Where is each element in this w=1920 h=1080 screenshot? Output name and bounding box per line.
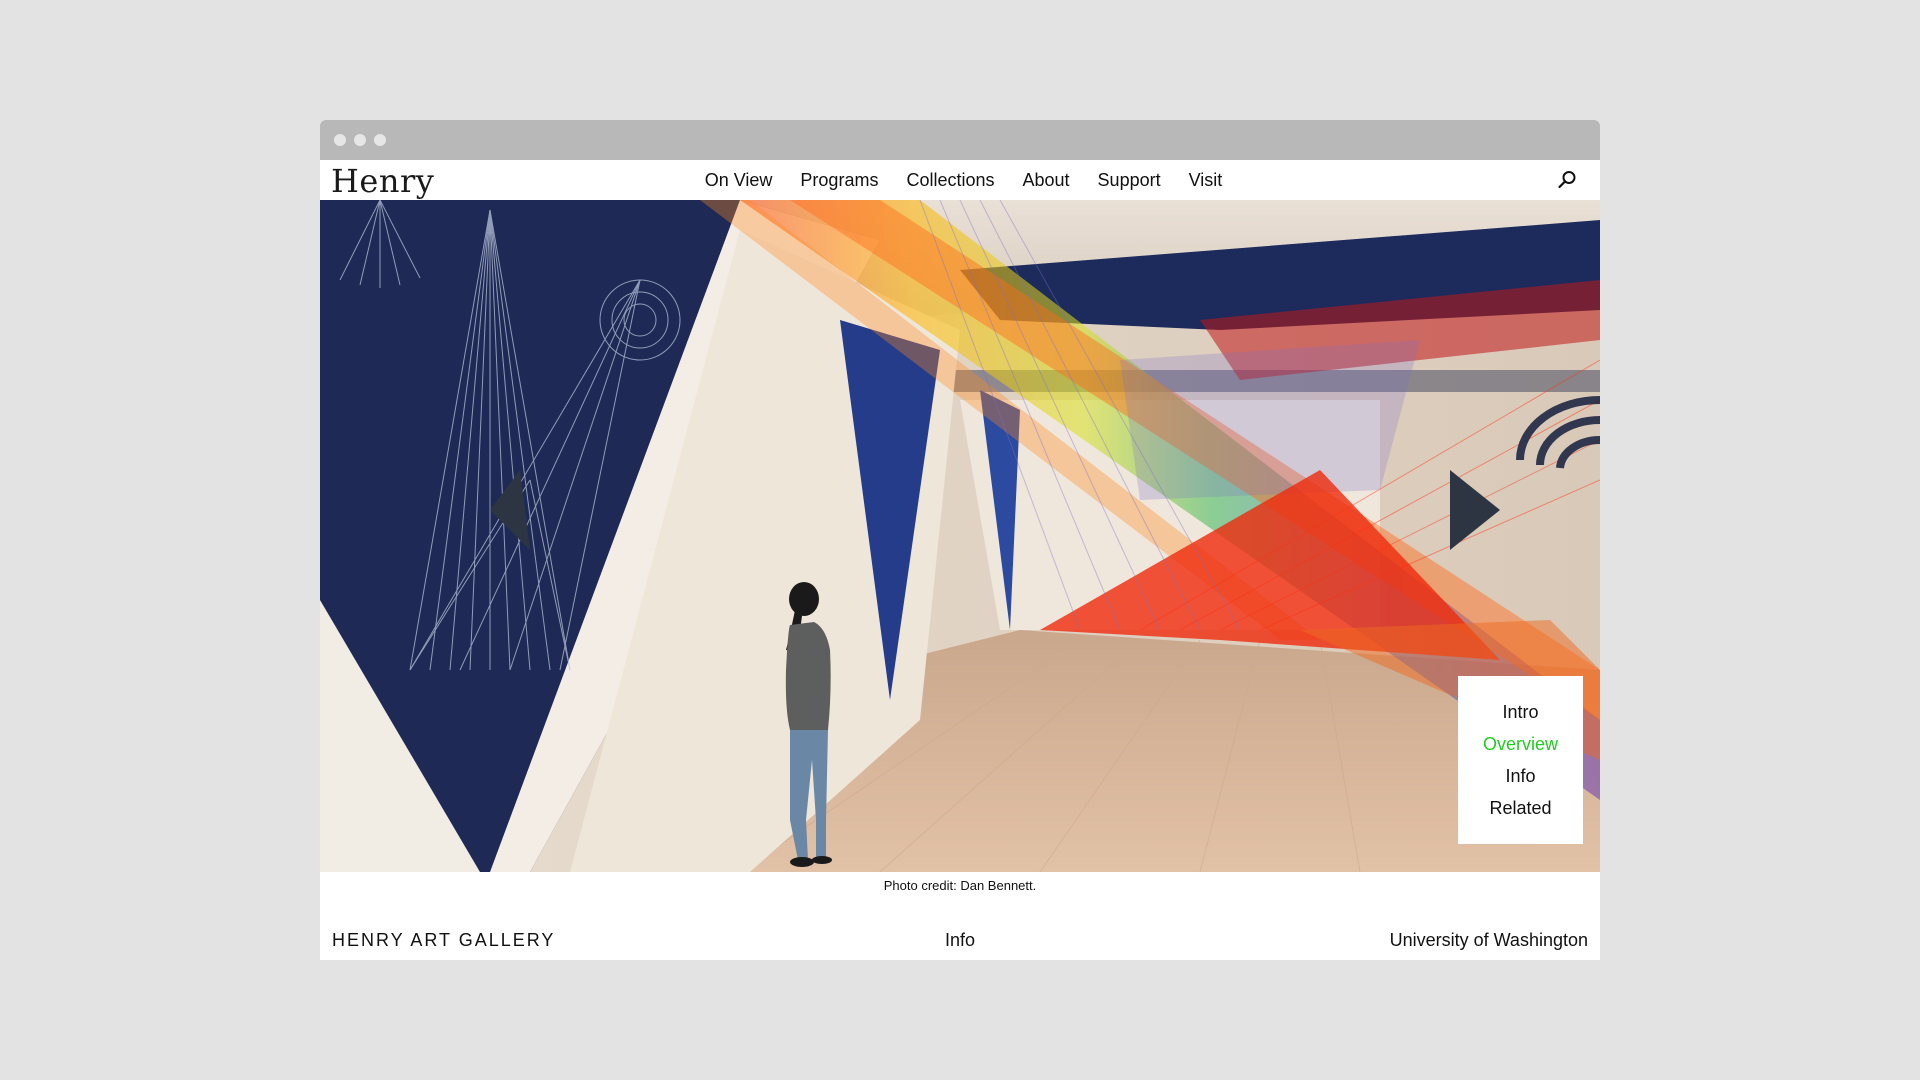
browser-window: Henry On View Programs Collections About…: [320, 120, 1600, 960]
nav-item-support[interactable]: Support: [1098, 170, 1161, 191]
nav-item-programs[interactable]: Programs: [800, 170, 878, 191]
browser-chrome-bar: [320, 120, 1600, 160]
window-dot-maximize[interactable]: [374, 134, 386, 146]
nav-item-visit[interactable]: Visit: [1189, 170, 1223, 191]
window-dot-close[interactable]: [334, 134, 346, 146]
footer-university-link[interactable]: University of Washington: [1390, 930, 1588, 951]
photo-credit: Photo credit: Dan Bennett.: [883, 878, 1037, 893]
window-dot-minimize[interactable]: [354, 134, 366, 146]
side-menu-intro[interactable]: Intro: [1502, 696, 1538, 728]
nav-item-about[interactable]: About: [1023, 170, 1070, 191]
search-icon[interactable]: [1556, 169, 1578, 191]
gallery-installation-photo: [320, 200, 1600, 872]
site-logo[interactable]: Henry: [331, 160, 434, 200]
side-menu-info[interactable]: Info: [1505, 760, 1535, 792]
hero-image: Intro Overview Info Related: [320, 200, 1600, 872]
nav-item-collections[interactable]: Collections: [906, 170, 994, 191]
nav-item-on-view[interactable]: On View: [705, 170, 773, 191]
site-header: Henry On View Programs Collections About…: [320, 160, 1600, 200]
side-menu-overview[interactable]: Overview: [1483, 728, 1558, 760]
side-menu-related[interactable]: Related: [1489, 792, 1551, 824]
section-side-menu: Intro Overview Info Related: [1458, 676, 1583, 844]
main-nav: On View Programs Collections About Suppo…: [320, 160, 1600, 200]
